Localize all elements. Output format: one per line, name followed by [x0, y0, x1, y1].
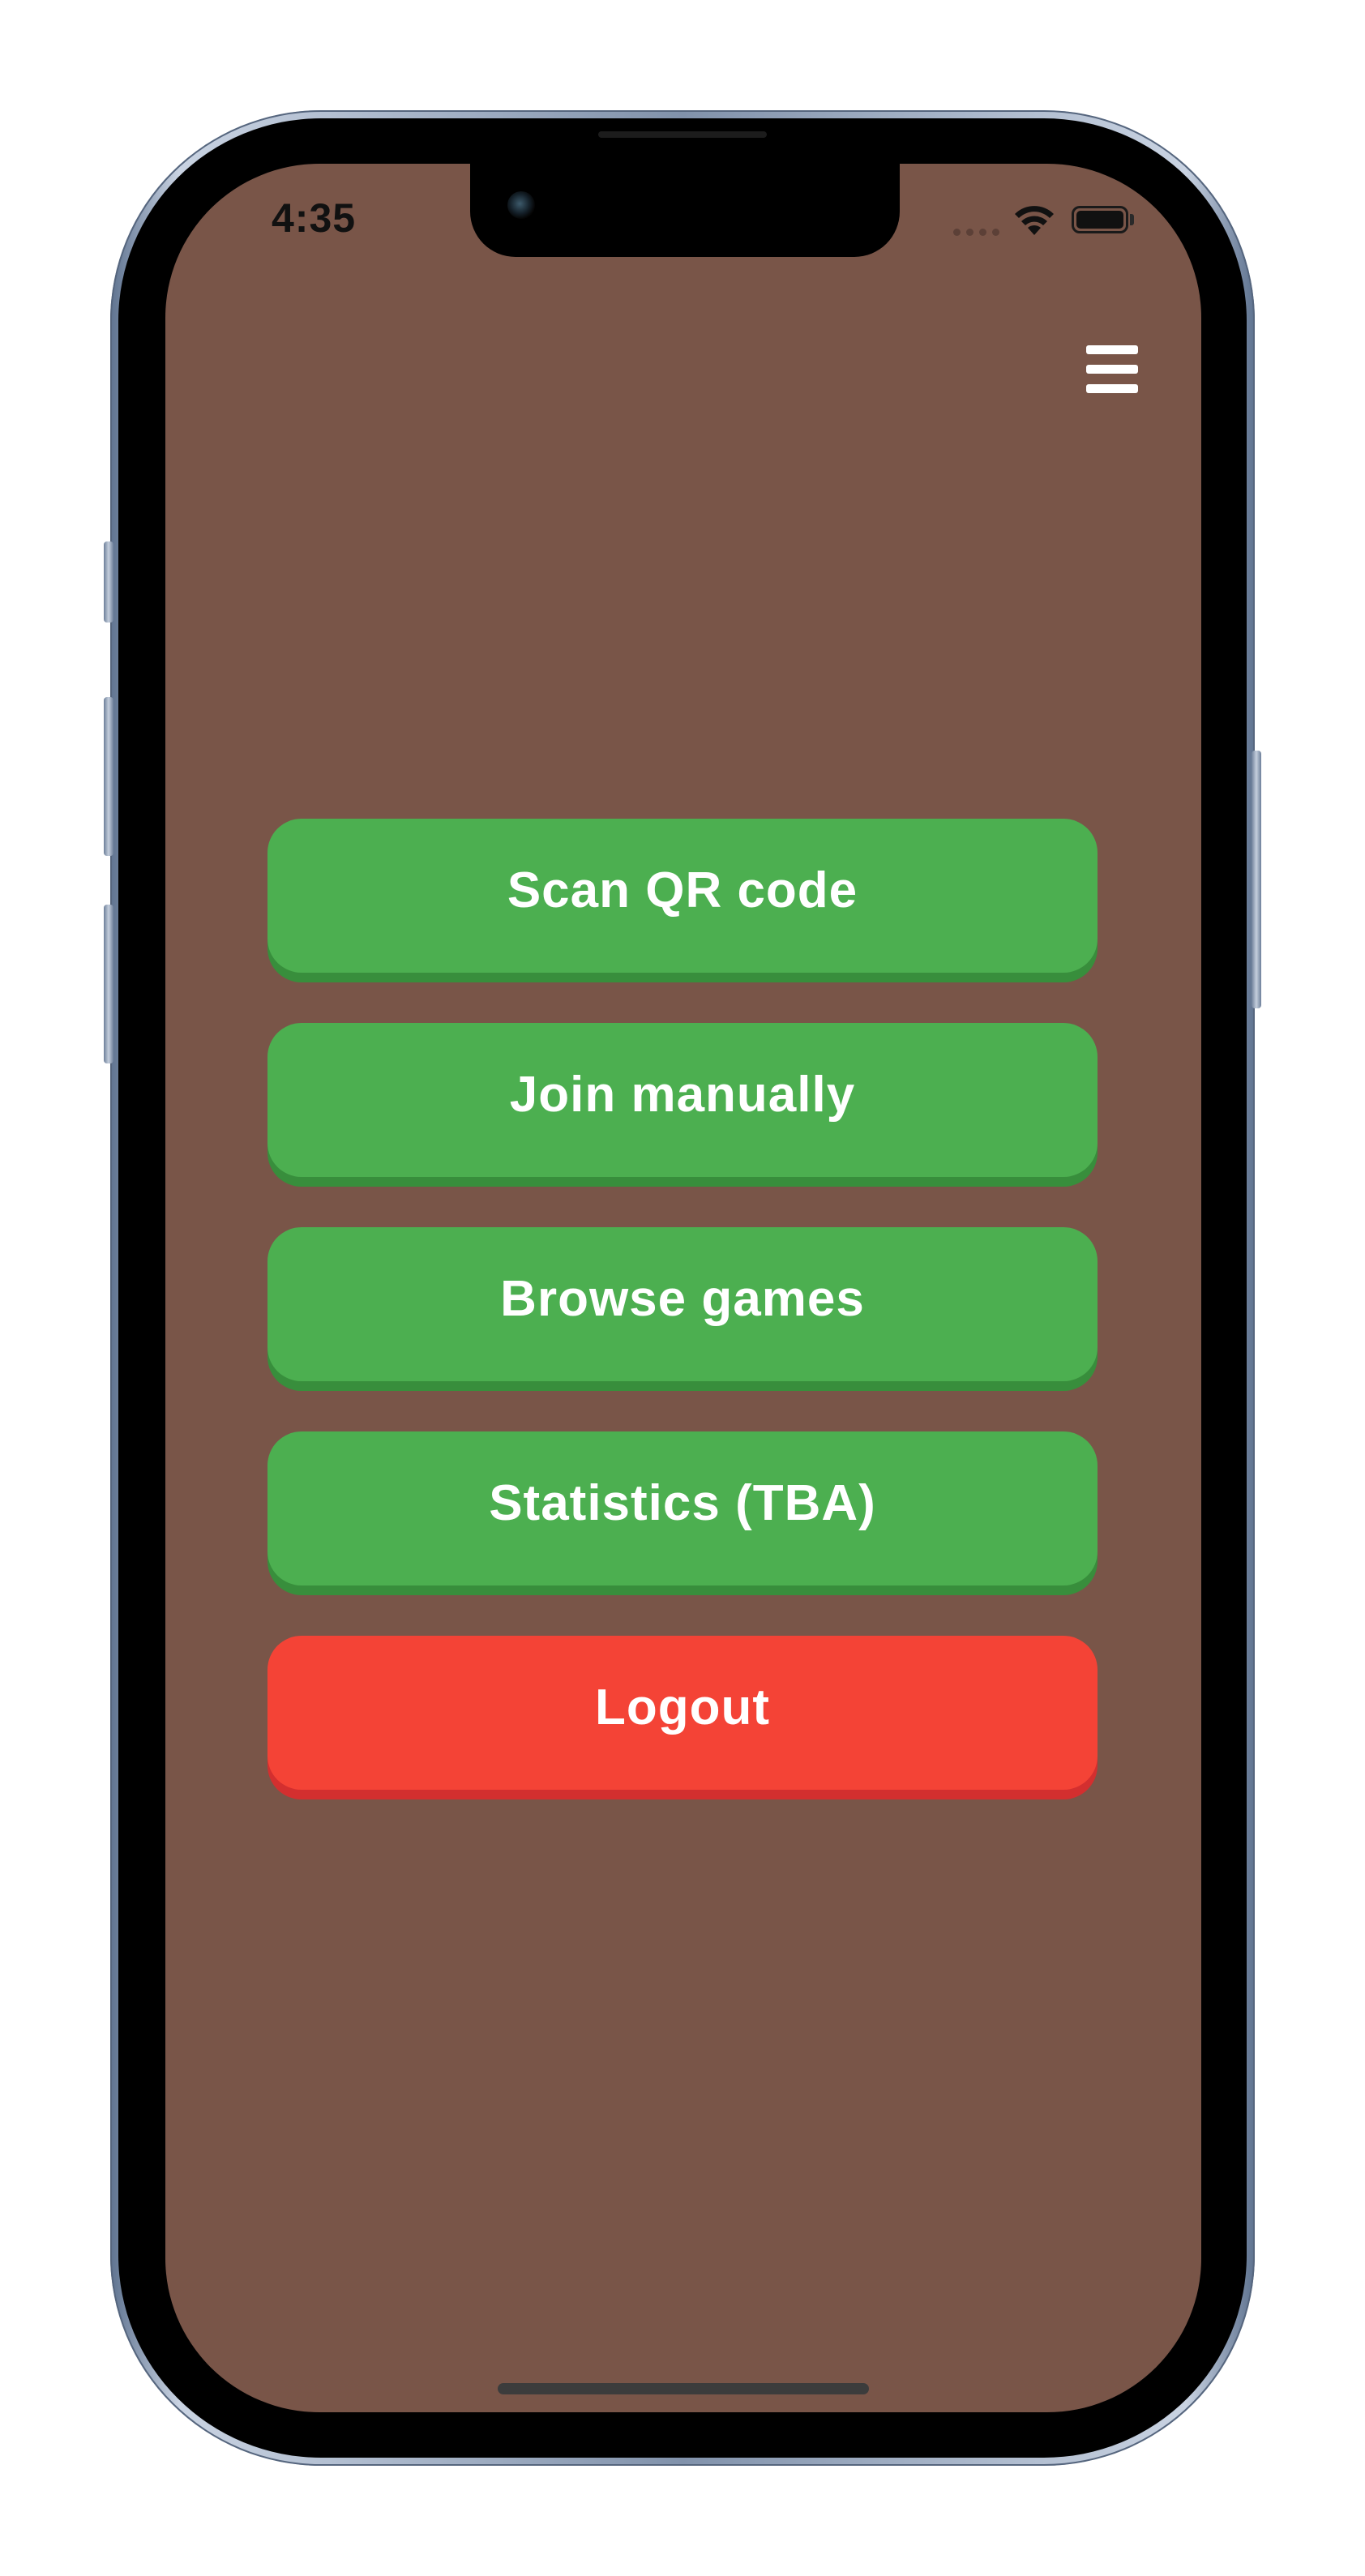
battery-icon — [1072, 206, 1128, 233]
hamburger-menu-icon[interactable] — [1078, 340, 1143, 399]
home-indicator[interactable] — [498, 2383, 869, 2394]
battery-tip — [1130, 214, 1134, 225]
status-time: 4:35 — [272, 195, 357, 241]
power-button — [1252, 751, 1261, 1008]
notch — [470, 164, 900, 257]
statistics-button[interactable]: Statistics (TBA) — [267, 1431, 1098, 1585]
earpiece-speaker — [598, 131, 767, 138]
front-camera — [507, 191, 535, 219]
join-manually-button[interactable]: Join manually — [267, 1023, 1098, 1177]
logout-button[interactable]: Logout — [267, 1636, 1098, 1790]
mute-switch — [104, 541, 113, 623]
wifi-icon — [1015, 206, 1054, 235]
volume-down-button — [104, 905, 113, 1063]
cellular-signal-icon — [953, 229, 999, 236]
volume-up-button — [104, 697, 113, 856]
browse-games-button[interactable]: Browse games — [267, 1227, 1098, 1381]
scan-qr-code-button[interactable]: Scan QR code — [267, 819, 1098, 973]
